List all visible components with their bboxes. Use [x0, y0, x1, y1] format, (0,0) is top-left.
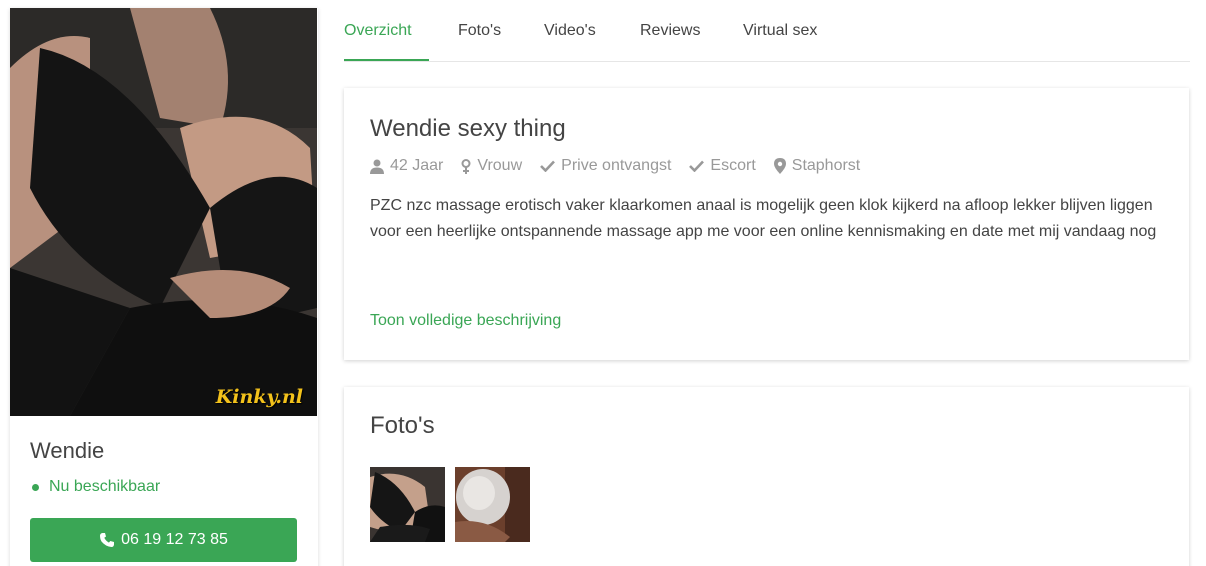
photo-thumbnail-image — [370, 467, 445, 542]
meta-service: Escort — [689, 157, 756, 175]
overview-card: Wendie sexy thing 42 Jaar Vrouw Prive on… — [344, 88, 1189, 360]
photos-title: Foto's — [370, 412, 435, 439]
tab-videos[interactable]: Video's — [544, 22, 596, 40]
profile-headline: Wendie sexy thing — [370, 115, 566, 142]
tab-fotos[interactable]: Foto's — [458, 22, 501, 40]
tab-virtual-sex[interactable]: Virtual sex — [743, 22, 817, 40]
profile-photo-image — [10, 8, 317, 416]
tab-overzicht[interactable]: Overzicht — [344, 22, 412, 40]
photo-watermark: Kinky.nl — [215, 386, 303, 408]
availability-status: Nu beschikbaar — [32, 478, 160, 496]
call-button[interactable]: 06 19 12 73 85 — [30, 518, 297, 562]
tab-reviews[interactable]: Reviews — [640, 22, 700, 40]
meta-age: 42 Jaar — [370, 157, 443, 175]
meta-service-label: Escort — [710, 157, 756, 174]
profile-name: Wendie — [30, 438, 105, 463]
check-icon — [689, 160, 705, 172]
availability-label: Nu beschikbaar — [49, 478, 161, 495]
meta-gender-label: Vrouw — [477, 157, 523, 174]
user-icon — [370, 159, 384, 174]
meta-receives: Prive ontvangst — [540, 157, 671, 175]
photo-thumbnail[interactable] — [455, 467, 530, 542]
photo-thumbnail-image — [455, 467, 530, 542]
gender-icon — [461, 158, 471, 174]
photo-thumbnail[interactable] — [370, 467, 445, 542]
active-tab-indicator — [344, 59, 429, 61]
profile-meta: 42 Jaar Vrouw Prive ontvangst Escort Sta… — [370, 157, 878, 175]
meta-location: Staphorst — [773, 157, 861, 175]
profile-photo[interactable]: Kinky.nl — [10, 8, 317, 416]
meta-age-label: 42 Jaar — [390, 157, 444, 174]
meta-receives-label: Prive ontvangst — [561, 157, 672, 174]
phone-number: 06 19 12 73 85 — [121, 531, 228, 548]
profile-description: PZC nzc massage erotisch vaker klaarkome… — [370, 197, 1157, 240]
phone-icon — [100, 533, 115, 547]
check-icon — [540, 160, 556, 172]
status-dot-icon — [32, 483, 39, 491]
meta-gender: Vrouw — [461, 157, 522, 175]
profile-card: Kinky.nl Wendie Nu beschikbaar 06 19 12 … — [10, 8, 318, 566]
profile-tabs: Overzicht Foto's Video's Reviews Virtual… — [344, 0, 1190, 62]
photos-card: Foto's — [344, 387, 1189, 566]
meta-location-label: Staphorst — [791, 157, 861, 174]
show-full-description-link[interactable]: Toon volledige beschrijving — [370, 312, 561, 330]
map-marker-icon — [773, 158, 786, 174]
